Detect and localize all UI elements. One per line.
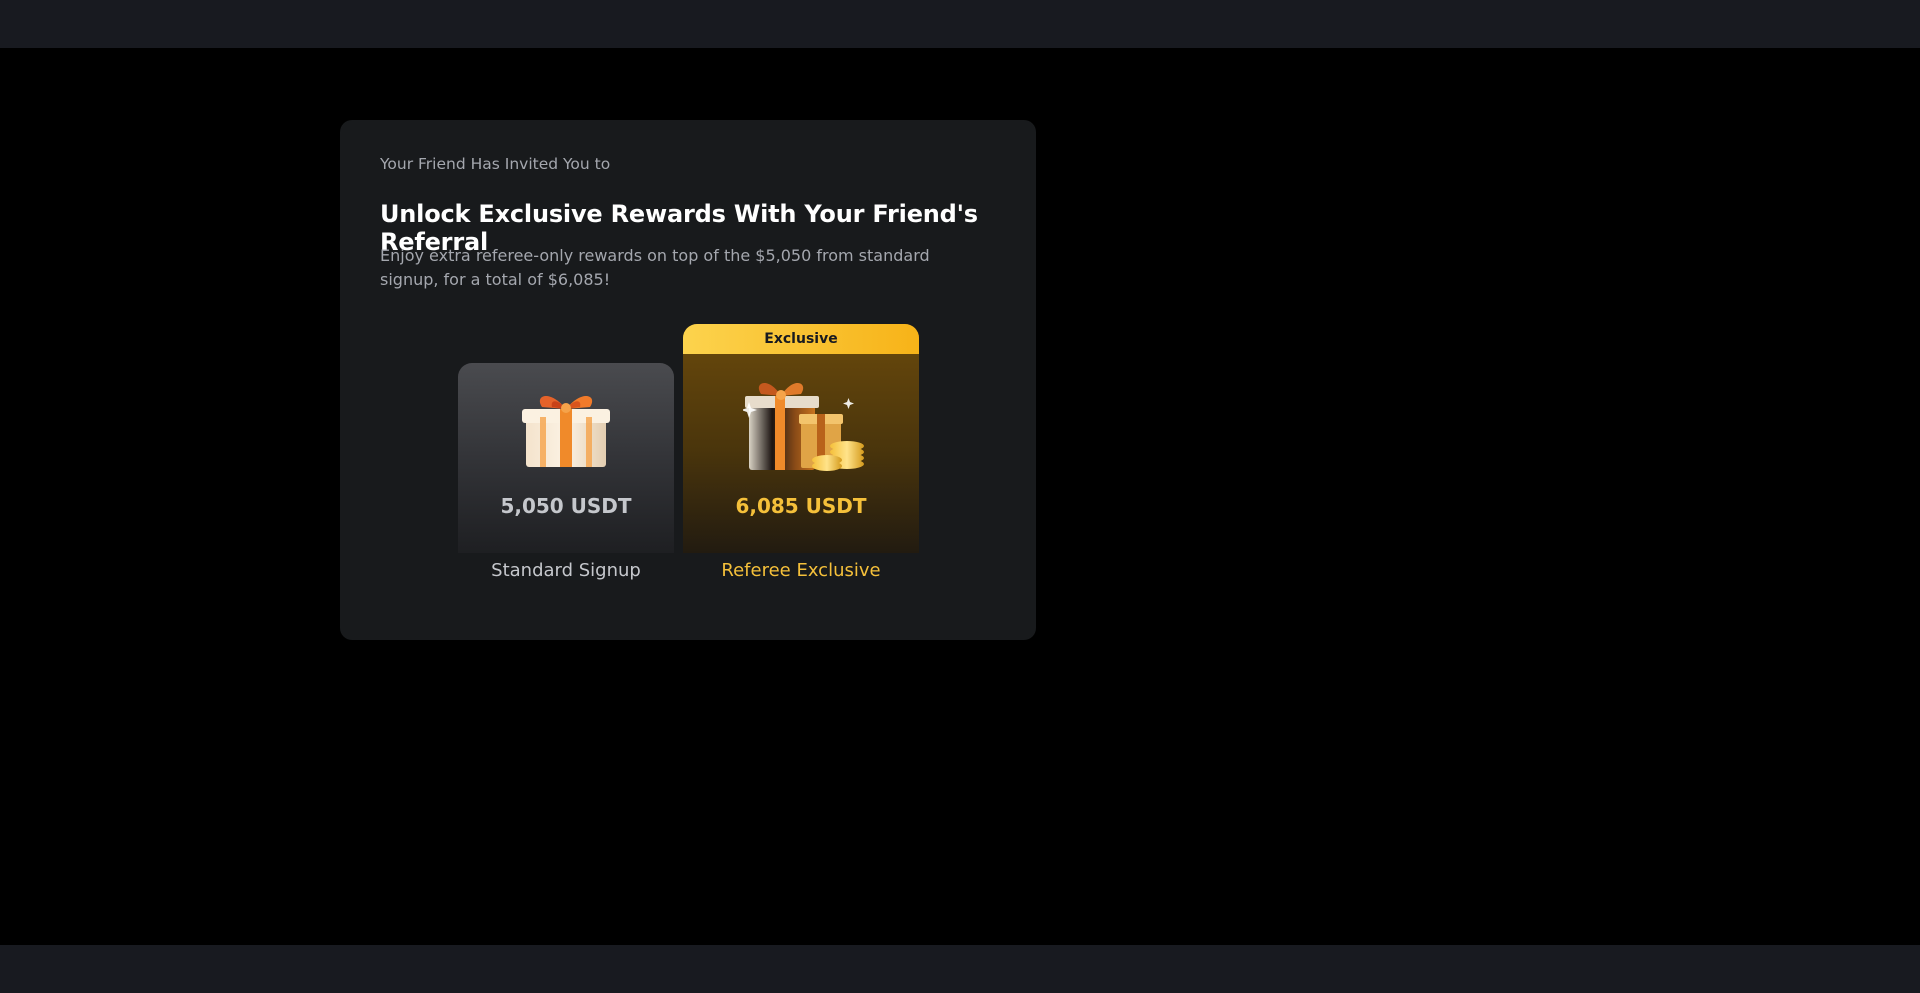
exclusive-badge: Exclusive (683, 324, 919, 354)
referral-invite-card: Your Friend Has Invited You to Unlock Ex… (340, 120, 1036, 640)
referee-exclusive-label: Referee Exclusive (721, 560, 881, 581)
referee-exclusive-amount: 6,085 USDT (735, 494, 867, 518)
invite-description: Enjoy extra referee-only rewards on top … (380, 246, 930, 289)
invite-eyebrow: Your Friend Has Invited You to (380, 155, 611, 173)
top-bar (0, 0, 1920, 48)
bottom-bar (0, 945, 1920, 993)
standard-signup-amount: 5,050 USDT (500, 494, 632, 518)
gift-boxes-with-coins-icon (743, 382, 864, 471)
gift-box-icon (522, 395, 610, 467)
referee-exclusive-tile: Exclusive 6,085 USDT (683, 324, 919, 553)
standard-signup-tile: 5,050 USDT (458, 363, 674, 553)
standard-signup-label: Standard Signup (491, 560, 641, 581)
